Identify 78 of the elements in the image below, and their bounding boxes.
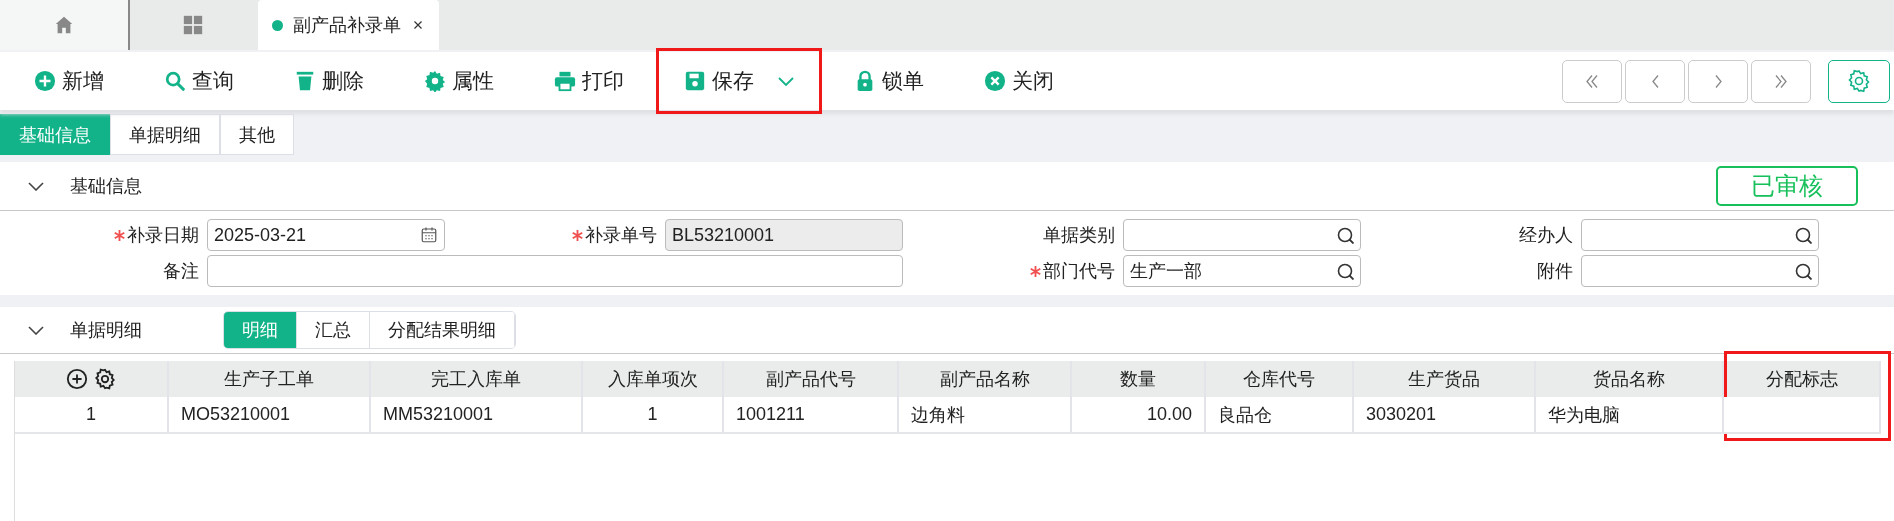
section-tab[interactable]: 单据明细 xyxy=(110,114,220,155)
page-tab[interactable]: 副产品补录单 xyxy=(258,0,439,50)
settings-icon xyxy=(1847,69,1871,93)
column-header: 副产品代号 xyxy=(765,368,856,391)
table-cell-text: 良品仓 xyxy=(1218,403,1272,427)
column-header: 生产子工单 xyxy=(224,368,314,391)
toolbar-button[interactable]: 属性 xyxy=(418,63,500,99)
printer-icon xyxy=(554,70,576,92)
column-header: 生产货品 xyxy=(1408,368,1480,391)
section-tab[interactable]: 其他 xyxy=(220,114,294,155)
status-stamp: 已审核 xyxy=(1716,166,1858,206)
table-cell: 1 xyxy=(647,404,658,425)
column-header: 仓库代号 xyxy=(1243,368,1315,391)
column-header: 分配标志 xyxy=(1765,368,1838,391)
section-title: 基础信息 xyxy=(70,175,142,198)
gear-icon xyxy=(424,70,446,92)
nav-button[interactable] xyxy=(1688,59,1748,103)
input-field[interactable] xyxy=(1581,219,1819,251)
toolbar-button[interactable]: 保存 xyxy=(678,63,800,99)
column-header: 货品名称 xyxy=(1593,368,1665,391)
input-field[interactable] xyxy=(207,255,903,287)
trash-icon xyxy=(294,70,316,92)
toolbar-button[interactable]: 打印 xyxy=(548,63,630,99)
toolbar-button[interactable]: 锁单 xyxy=(848,63,930,99)
table-cell: 1001211 xyxy=(736,404,805,425)
input-field[interactable]: 2025-03-21 xyxy=(207,219,445,251)
field-label: 单据类别 xyxy=(1043,224,1115,247)
search-icon xyxy=(1337,226,1354,244)
search-icon xyxy=(1337,262,1354,280)
field-label: 备注 xyxy=(163,260,199,283)
search-icon xyxy=(1795,226,1812,244)
table-cell-text: 边角料 xyxy=(911,403,965,427)
nav-button[interactable] xyxy=(1751,59,1811,103)
caret-icon[interactable] xyxy=(778,76,794,86)
toolbar-button[interactable]: 删除 xyxy=(288,63,370,99)
chevron-right-icon xyxy=(1714,74,1722,88)
double-chevron-left-icon xyxy=(1586,74,1598,88)
toolbar-button[interactable]: 查询 xyxy=(158,63,240,99)
table-cell: MO53210001 xyxy=(181,404,291,425)
chevron-down-icon[interactable] xyxy=(28,181,44,191)
table-cell: 3030201 xyxy=(1366,404,1437,425)
chevron-left-icon xyxy=(1651,74,1659,88)
nav-button[interactable] xyxy=(1625,59,1685,103)
search-icon xyxy=(1795,262,1812,280)
column-header: 入库单项次 xyxy=(607,368,698,391)
grid-icon xyxy=(182,14,204,36)
double-chevron-right-icon xyxy=(1775,74,1787,88)
table-cell: MM53210001 xyxy=(383,404,494,425)
column-settings-icon xyxy=(94,368,116,390)
field-label: 经办人 xyxy=(1519,224,1573,247)
add-row-icon xyxy=(66,368,88,390)
close-icon xyxy=(984,70,1006,92)
toolbar-button[interactable]: 关闭 xyxy=(978,63,1060,99)
table-cell: 10.00 xyxy=(1146,404,1192,425)
house-icon xyxy=(53,14,75,36)
input-field[interactable]: 生产一部 xyxy=(1123,255,1361,287)
field-label: 补录日期 xyxy=(127,224,199,247)
add-icon xyxy=(34,70,56,92)
input-field[interactable]: BL53210001 xyxy=(665,219,903,251)
chevron-down-icon[interactable] xyxy=(28,325,44,335)
column-header: 完工入库单 xyxy=(431,368,521,391)
column-header: 副产品名称 xyxy=(939,368,1030,391)
field-label: 附件 xyxy=(1537,260,1573,283)
calendar-icon xyxy=(420,226,438,244)
field-label: 部门代号 xyxy=(1043,260,1115,283)
table-cell: 1 xyxy=(86,404,96,425)
search-icon xyxy=(164,70,186,92)
toolbar-button[interactable]: 新增 xyxy=(28,63,110,99)
home-tab[interactable] xyxy=(0,0,128,50)
field-label: 补录单号 xyxy=(585,224,657,247)
status-dot xyxy=(272,19,283,31)
table-cell-text: 华为电脑 xyxy=(1548,403,1620,427)
input-field[interactable] xyxy=(1581,255,1819,287)
section-title: 单据明细 xyxy=(70,319,142,342)
column-header: 数量 xyxy=(1120,368,1156,391)
nav-button[interactable] xyxy=(1562,59,1622,103)
input-field[interactable] xyxy=(1123,219,1361,251)
settings-button[interactable] xyxy=(1828,59,1890,103)
